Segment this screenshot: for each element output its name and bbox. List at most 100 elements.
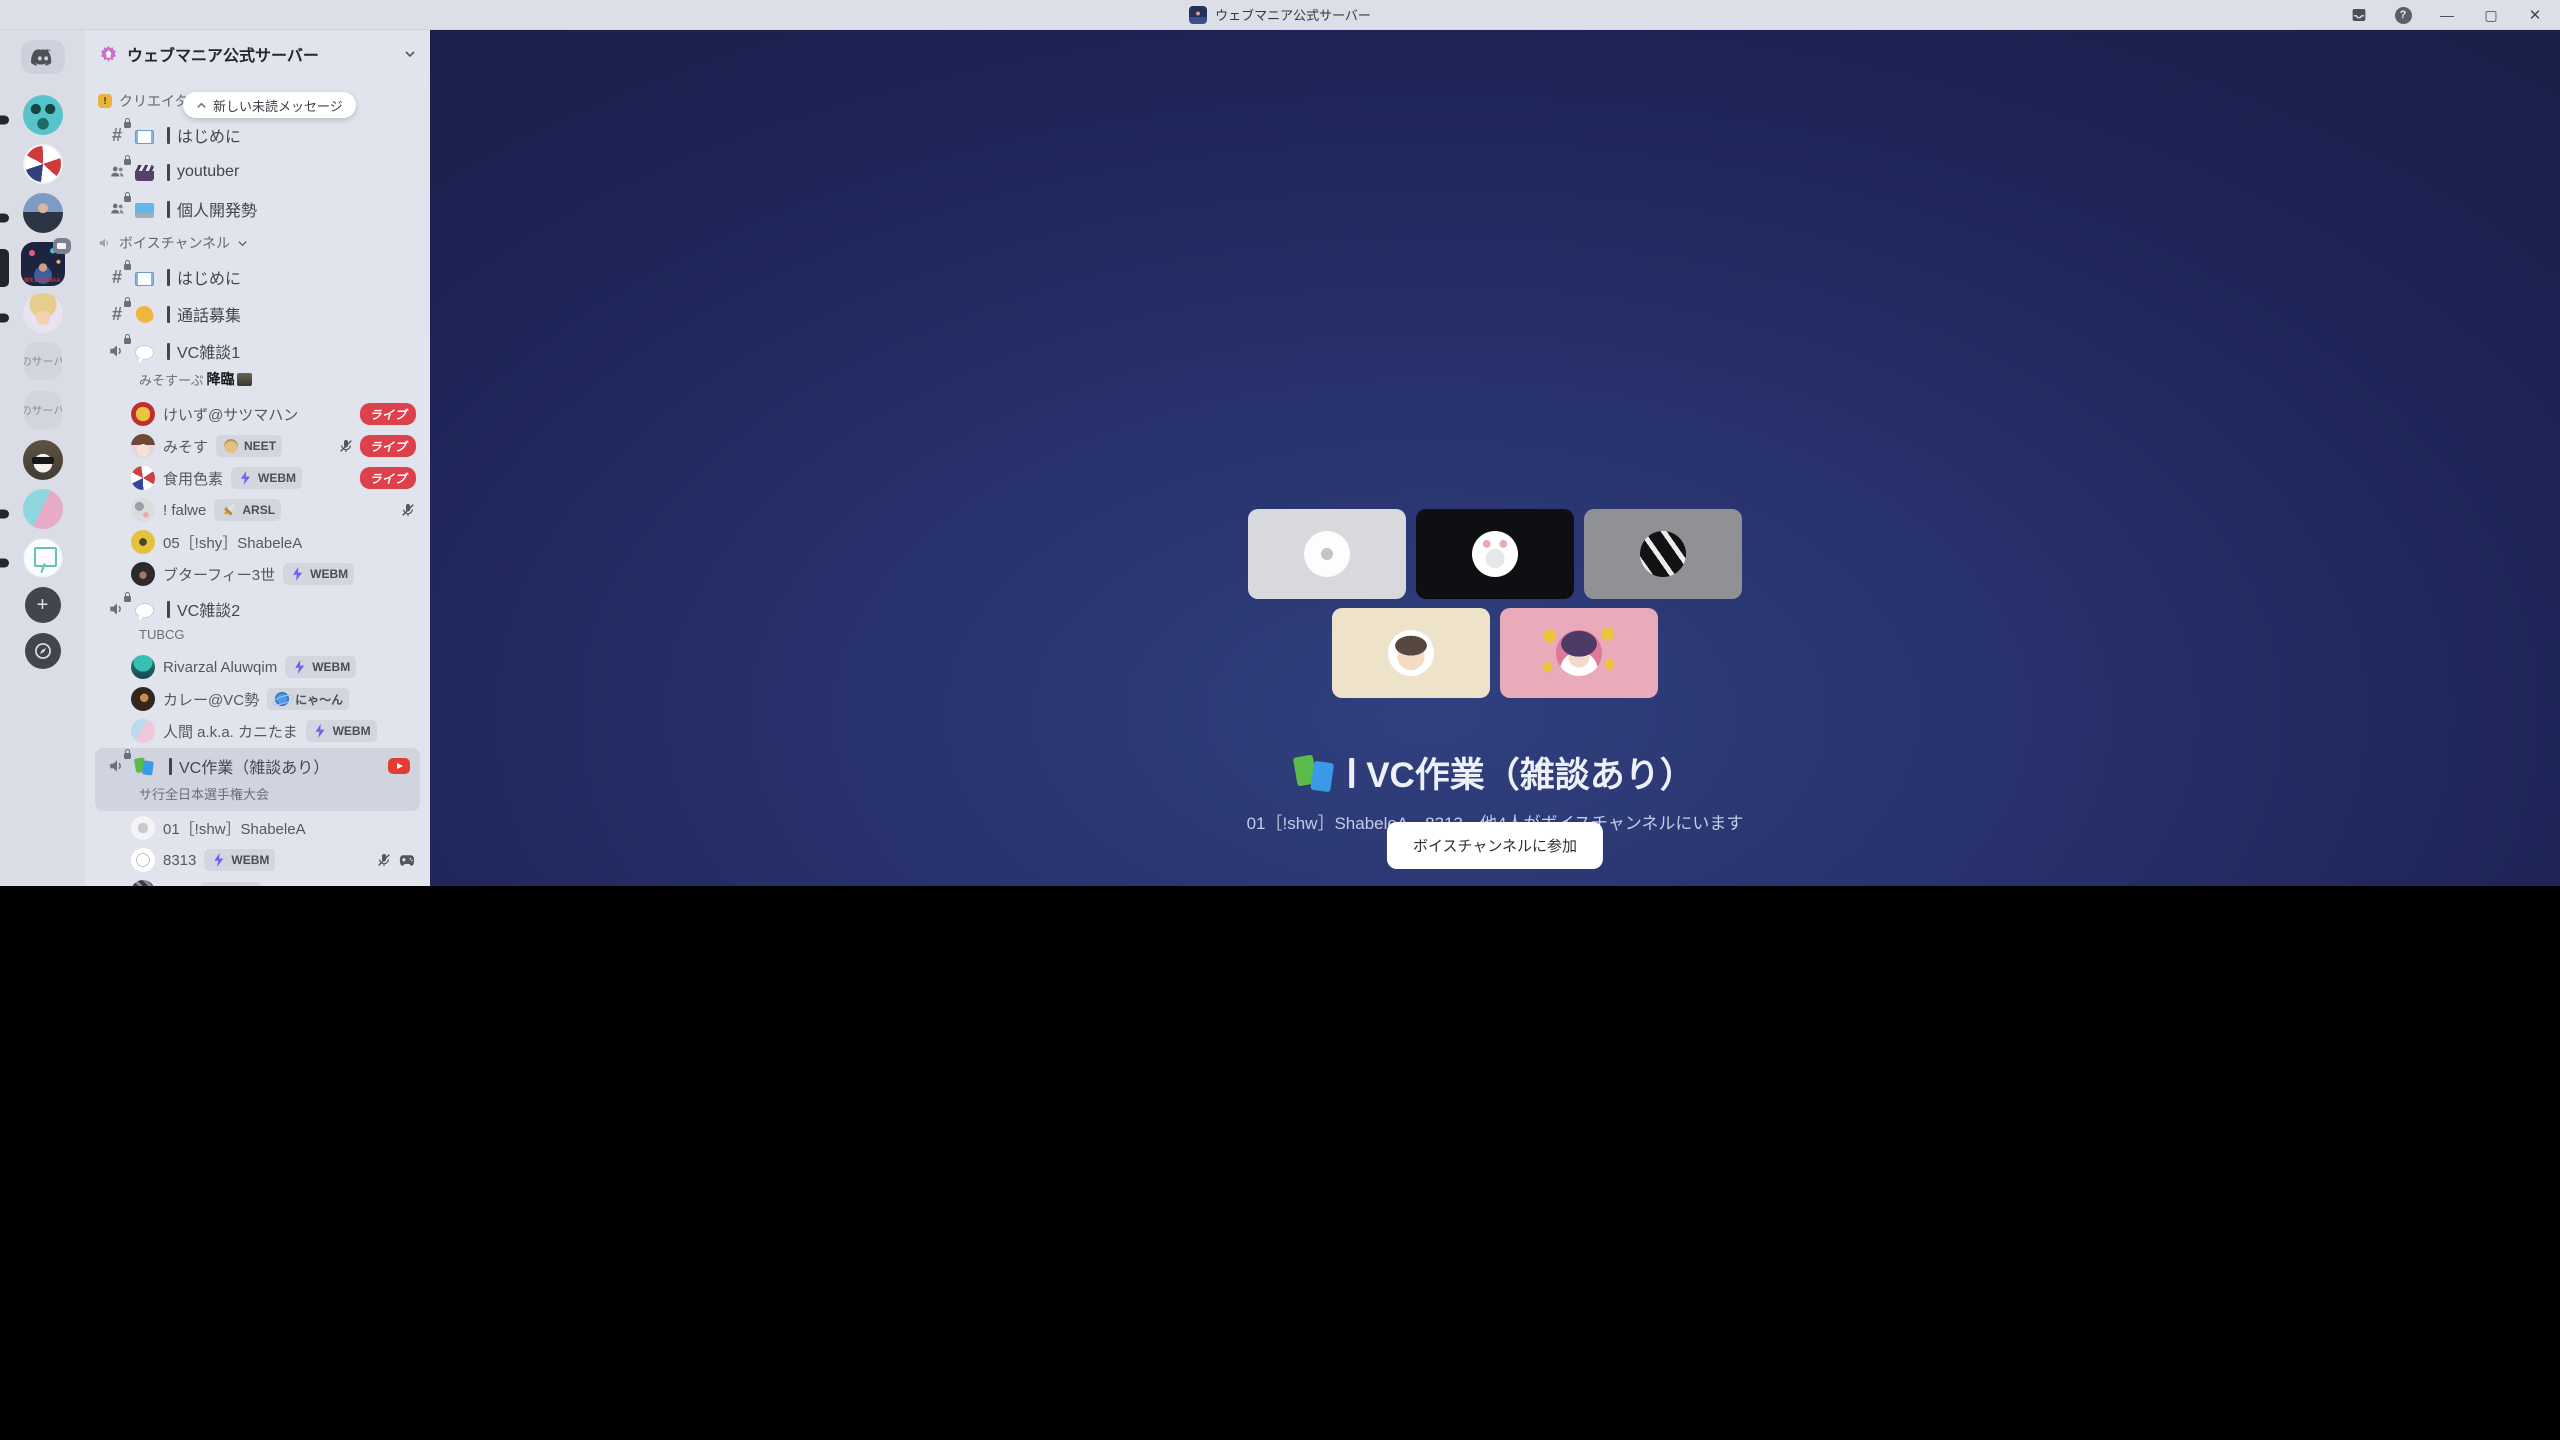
channel-label: VC作業（雑談あり） (164, 754, 329, 778)
member-name: 人間 a.k.a. カニたま (163, 721, 298, 742)
role-badge: WEBM (283, 563, 354, 585)
voice-channel-name: VC作業（雑談あり） (1366, 747, 1695, 798)
category-ボイスチャンネル[interactable]: ボイスチャンネル (85, 228, 430, 258)
avatar (1472, 531, 1518, 577)
channel-はじめに[interactable]: #はじめに (95, 259, 420, 295)
channel-VC作業（雑談あり）[interactable]: VC作業（雑談あり）サ行全日本選手権大会 (95, 748, 420, 811)
server[interactable] (23, 95, 63, 135)
avatar (131, 530, 155, 554)
book-emoji-icon (135, 130, 154, 144)
channel-通話募集[interactable]: # 通話募集 (95, 296, 420, 332)
channel-label: 通話募集 (162, 302, 241, 326)
bolt-emoji-icon (293, 660, 306, 674)
role-badge: にゃ～ん (267, 688, 349, 710)
voice-member-みそす[interactable]: みそすNEETライブ (85, 430, 430, 462)
new-unread-tooltip[interactable]: 新しい未読メッセージ (183, 92, 356, 118)
tooltip-label: 新しい未読メッセージ (213, 96, 343, 115)
live-badge: ライブ (360, 403, 416, 425)
channel-はじめに[interactable]: #はじめに (95, 117, 420, 153)
voice-member-tono[interactable]: tonoBMB (85, 876, 430, 886)
avatar (131, 719, 155, 743)
role-badge: WEBM (231, 467, 302, 489)
server[interactable] (23, 489, 63, 529)
explore-servers[interactable] (25, 633, 61, 669)
voice-member-Rivarzal Aluwqim[interactable]: Rivarzal AluwqimWEBM (85, 651, 430, 683)
voice-locked-icon (107, 599, 127, 619)
role-badge: WEBM (204, 849, 275, 871)
participant-tile[interactable] (1584, 509, 1742, 599)
help-icon[interactable]: ? (2388, 3, 2418, 27)
channel-list: !クリエイター交流#はじめにyoutuber個人開発勢ボイスチャンネル#はじめに… (85, 78, 430, 886)
participant-tile[interactable] (1500, 608, 1658, 698)
voice-member-01［!shw］ShabeleA[interactable]: 01［!shw］ShabeleA (85, 812, 430, 844)
minimize-button[interactable]: — (2432, 3, 2462, 27)
title-bar-divider (1349, 758, 1354, 788)
voice-locked-icon (107, 756, 127, 776)
server-avatar-text: WEBMANIA (21, 278, 65, 284)
voice-locked-icon (107, 341, 127, 361)
channel-status: TUBCG (95, 627, 420, 650)
voice-member-けいず@サツマハン[interactable]: けいず@サツマハンライブ (85, 398, 430, 430)
discord-home[interactable] (21, 40, 65, 74)
server[interactable] (23, 144, 63, 184)
server-name: ウェブマニア公式サーバー (127, 42, 395, 66)
lock-icon (124, 264, 131, 270)
discord-window: ウェブマニア公式サーバー ?—▢✕ WEBMANIAのサーバのサーバ+ ウェブマ… (0, 0, 2560, 886)
avatar (1388, 630, 1434, 676)
maximize-button[interactable]: ▢ (2476, 3, 2506, 27)
server[interactable] (23, 293, 63, 333)
books-emoji-icon (1295, 754, 1337, 792)
avatar (131, 562, 155, 586)
close-button[interactable]: ✕ (2520, 3, 2550, 27)
participant-tile[interactable] (1416, 509, 1574, 599)
hashtag-locked-icon: # (107, 304, 127, 324)
avatar (131, 434, 155, 458)
rail-row (0, 144, 85, 193)
avatar (131, 687, 155, 711)
forum-locked-icon (107, 162, 127, 182)
channel-個人開発勢[interactable]: 個人開発勢 (95, 191, 420, 227)
participant-tile[interactable] (1332, 608, 1490, 698)
server[interactable] (23, 440, 63, 480)
join-voice-button[interactable]: ボイスチャンネルに参加 (1387, 822, 1603, 869)
inbox-icon[interactable] (2344, 3, 2374, 27)
avatar (1556, 630, 1602, 676)
add-server[interactable]: + (25, 587, 61, 623)
rail-row (0, 538, 85, 587)
server-header[interactable]: ウェブマニア公式サーバー (85, 30, 430, 78)
voice-member-ブターフィー3世[interactable]: ブターフィー3世WEBM (85, 558, 430, 590)
member-name: ! falwe (163, 502, 206, 519)
avatar (131, 880, 155, 886)
channel-sidebar: ウェブマニア公式サーバー !クリエイター交流#はじめにyoutuber個人開発勢… (85, 30, 430, 886)
voice-member-カレー@VC勢[interactable]: カレー@VC勢にゃ～ん (85, 683, 430, 715)
lock-icon (124, 122, 131, 128)
server[interactable]: のサーバ (24, 391, 62, 429)
hashtag-locked-icon: # (107, 125, 127, 145)
voice-member-食用色素[interactable]: 食用色素WEBMライブ (85, 462, 430, 494)
member-name: Rivarzal Aluwqim (163, 659, 277, 676)
bolt-emoji-icon (212, 853, 225, 867)
voice-member-人間 a.k.a. カニたま[interactable]: 人間 a.k.a. カニたまWEBM (85, 715, 430, 747)
voice-member-05［!shy］ShabeleA[interactable]: 05［!shy］ShabeleA (85, 526, 430, 558)
youtube-activity-icon[interactable] (388, 758, 410, 774)
lock-icon (124, 196, 131, 202)
live-badge: ライブ (360, 435, 416, 457)
channel-youtuber[interactable]: youtuber (95, 154, 420, 190)
voice-member-8313[interactable]: 8313WEBM (85, 844, 430, 876)
voice-member-! falwe[interactable]: ! falwe ARSL (85, 494, 430, 526)
clapper-emoji-icon (135, 165, 154, 181)
mic-muted-icon (338, 438, 354, 454)
voice-channel-title: VC作業（雑談あり） (1295, 747, 1695, 798)
server-webmania[interactable]: WEBMANIA (21, 242, 65, 286)
server[interactable]: のサーバ (24, 342, 62, 380)
role-badge: ARSL (214, 499, 281, 521)
lock-icon (124, 596, 131, 602)
channel-VC雑談2[interactable]: VC雑談2TUBCG (95, 591, 420, 650)
server[interactable] (23, 538, 63, 578)
server-rail: WEBMANIAのサーバのサーバ+ (0, 30, 85, 886)
participant-tile[interactable] (1248, 509, 1406, 599)
avatar (131, 498, 155, 522)
alert-icon: ! (98, 94, 112, 108)
server[interactable] (23, 193, 63, 233)
channel-VC雑談1[interactable]: VC雑談1みそすーぷ降臨 (95, 333, 420, 397)
